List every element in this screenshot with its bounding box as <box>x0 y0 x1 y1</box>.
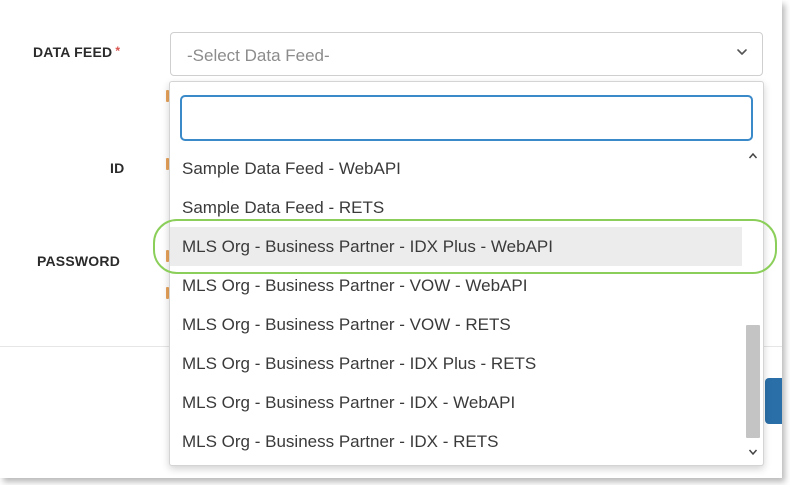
select-placeholder: -Select Data Feed- <box>187 46 330 65</box>
dropdown-option[interactable]: MLS Org - Business Partner - VOW - WebAP… <box>170 266 742 305</box>
dropdown-scrollbar[interactable] <box>743 145 763 465</box>
dropdown-option[interactable]: MLS Org - Business Partner - IDX - WebAP… <box>170 383 742 422</box>
dropdown-option[interactable]: MLS Org - Business Partner - IDX - RETS <box>170 422 742 461</box>
data-feed-label-text: DATA FEED <box>33 44 113 60</box>
form-panel: DATA FEED * ID PASSWORD -Select Data Feed… <box>0 0 782 478</box>
scroll-up-icon[interactable] <box>748 151 758 161</box>
scroll-down-icon[interactable] <box>748 447 758 457</box>
dropdown-option[interactable]: Sample Data Feed - RETS <box>170 188 742 227</box>
dropdown-option[interactable]: MLS Org - Business Partner - IDX Plus - … <box>170 227 742 266</box>
data-feed-dropdown: Sample Data Feed - WebAPI Sample Data Fee… <box>169 81 764 466</box>
dropdown-option[interactable]: Sample Data Feed - WebAPI <box>170 149 742 188</box>
data-feed-select[interactable]: -Select Data Feed- <box>170 32 763 76</box>
chevron-down-icon <box>737 49 747 55</box>
dropdown-options-list: Sample Data Feed - WebAPI Sample Data Fee… <box>170 149 742 461</box>
dropdown-option[interactable]: MLS Org - Business Partner - VOW - RETS <box>170 305 742 344</box>
dropdown-option[interactable]: MLS Org - Business Partner - IDX Plus - … <box>170 344 742 383</box>
required-marker: * <box>115 44 121 58</box>
dropdown-search-input[interactable] <box>180 95 753 141</box>
submit-button[interactable] <box>765 378 782 424</box>
password-label: PASSWORD <box>37 253 121 269</box>
scrollbar-thumb[interactable] <box>746 325 760 438</box>
data-feed-label: DATA FEED * <box>33 44 120 60</box>
id-label: ID <box>110 160 125 176</box>
